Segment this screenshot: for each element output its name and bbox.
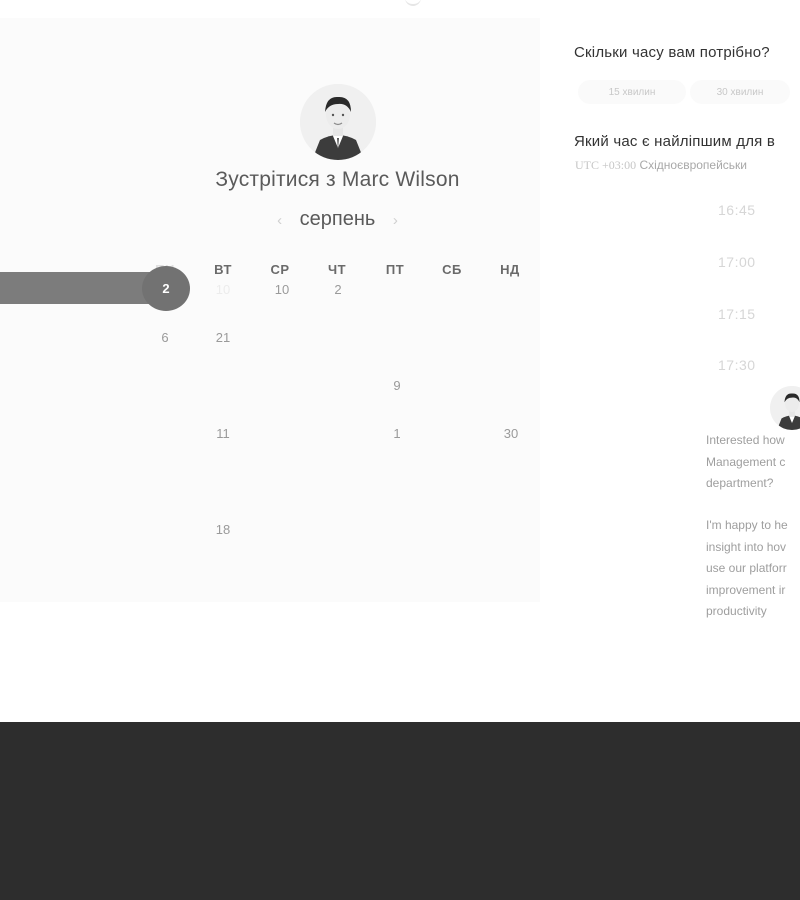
description-line: Interested how — [706, 433, 785, 447]
selected-day[interactable]: 2 — [142, 266, 190, 311]
day-cell[interactable]: 10 — [262, 282, 302, 297]
weekday-sun: НД — [500, 262, 520, 277]
chevron-right-icon[interactable]: › — [393, 212, 398, 229]
day-cell[interactable]: 11 — [203, 426, 243, 441]
duration-15-button[interactable]: 15 хвилин — [578, 80, 686, 104]
weekday-wed: СР — [270, 262, 290, 277]
timezone-offset: UTC +03:00 — [575, 158, 637, 172]
description-paragraph-2: I'm happy to he insight into hov use our… — [706, 515, 800, 623]
host-avatar — [300, 84, 376, 160]
weekday-thu: ЧТ — [327, 262, 347, 277]
time-slot[interactable]: 17:00 — [718, 254, 756, 270]
day-cell[interactable]: 9 — [377, 378, 417, 393]
day-cell[interactable]: 10 — [203, 282, 243, 297]
month-label: серпень — [299, 208, 376, 230]
timezone-name: Східноєвропейськи — [639, 158, 748, 172]
description-line: department? — [706, 476, 774, 490]
description-line: use our platforr — [706, 561, 787, 575]
selected-day-label: 2 — [162, 281, 170, 296]
description-line: I'm happy to he — [706, 518, 788, 532]
description-line: insight into hov — [706, 539, 787, 554]
description-line: improvement ir — [706, 582, 786, 597]
day-cell[interactable]: 1 — [377, 426, 417, 441]
timezone-label[interactable]: UTC +03:00 Східноєвропейськи — [575, 158, 747, 173]
description-line: productivity — [706, 604, 767, 618]
time-slot[interactable]: 17:30 — [718, 357, 756, 373]
day-cell[interactable]: 2 — [318, 282, 358, 297]
duration-question: Скільки часу вам потрібно? — [574, 44, 770, 61]
weekday-tue: ВТ — [214, 262, 232, 277]
chevron-left-icon[interactable]: ‹ — [277, 212, 282, 229]
day-cell[interactable]: 21 — [203, 330, 243, 345]
weekday-fri: ПТ — [385, 262, 405, 277]
day-cell[interactable]: 6 — [145, 330, 185, 345]
day-cell[interactable]: 30 — [491, 426, 531, 441]
calendar-panel — [0, 18, 540, 602]
weekday-sat: СБ — [442, 262, 462, 277]
time-slot[interactable]: 16:45 — [718, 202, 756, 218]
day-cell[interactable]: 18 — [203, 522, 243, 537]
description-paragraph-1: Interested how Management c department? — [706, 430, 800, 495]
footer — [0, 722, 800, 900]
time-question: Який час є найліпшим для в — [574, 133, 776, 150]
time-slot[interactable]: 17:15 — [718, 306, 756, 322]
person-avatar-icon — [300, 84, 376, 160]
duration-30-button[interactable]: 30 хвилин — [690, 80, 790, 104]
description-line: Management c — [706, 454, 786, 469]
